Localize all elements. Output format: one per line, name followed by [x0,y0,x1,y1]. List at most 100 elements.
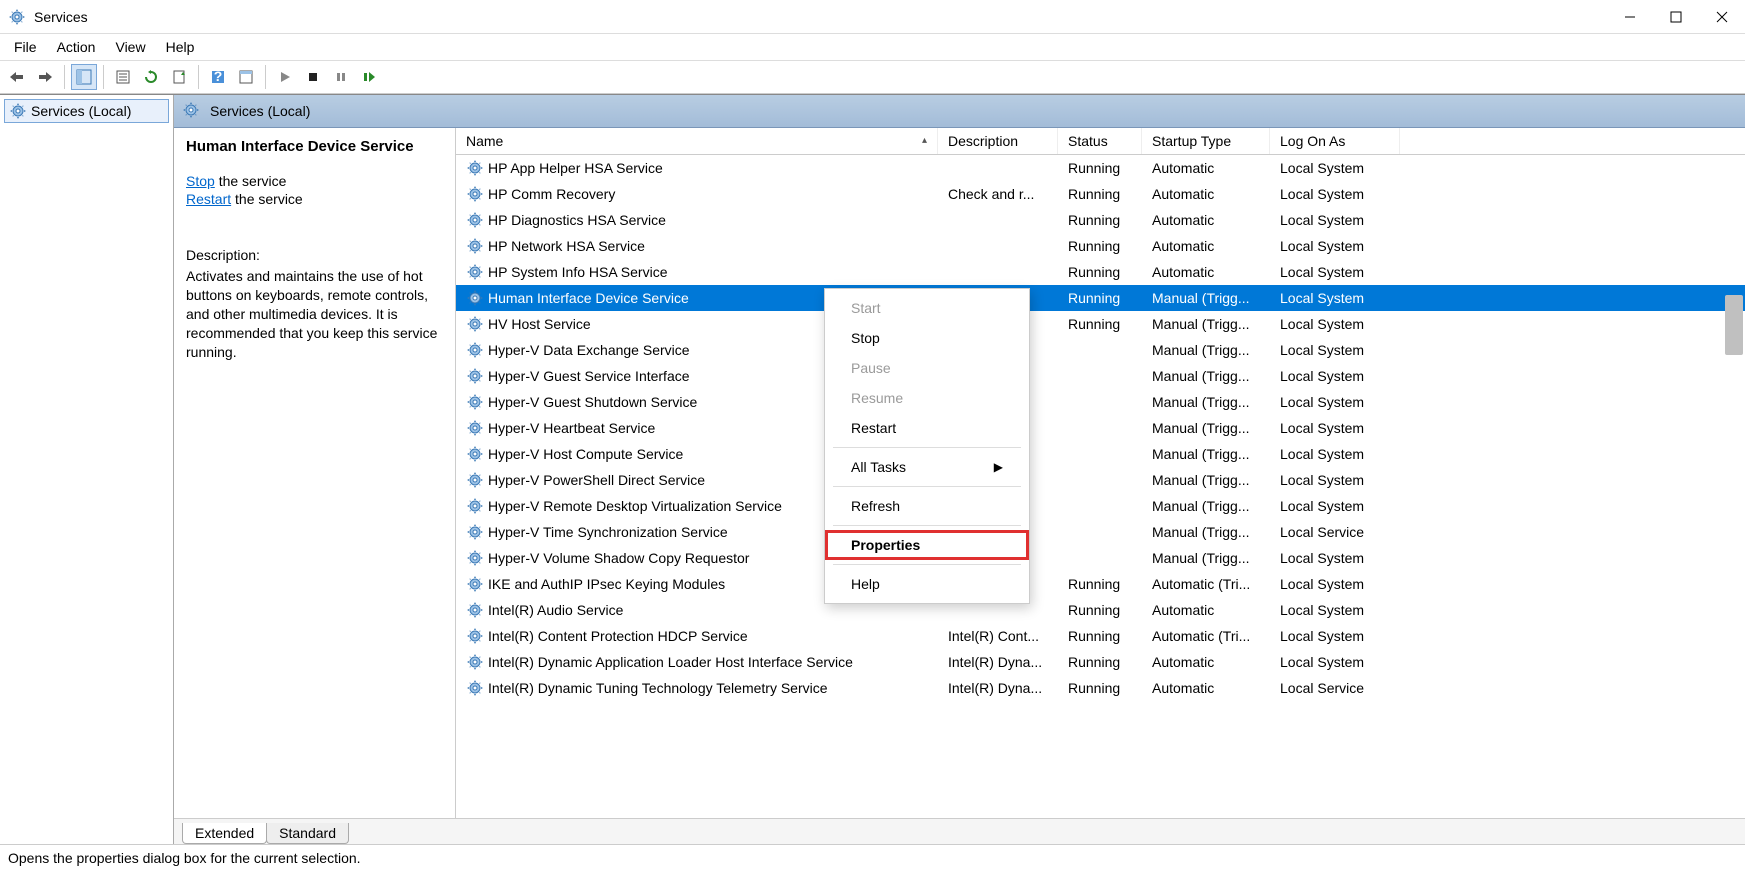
service-startup: Automatic [1142,160,1270,176]
menu-help[interactable]: Help [156,37,205,57]
service-status: Running [1058,290,1142,306]
service-row[interactable]: HV Host Servicei...RunningManual (Trigg.… [456,311,1745,337]
service-startup: Automatic [1142,654,1270,670]
status-text: Opens the properties dialog box for the … [8,850,361,866]
service-startup: Manual (Trigg... [1142,394,1270,410]
ctx-all-tasks[interactable]: All Tasks▶ [825,452,1029,482]
service-row[interactable]: Intel(R) Audio ServiceRunningAutomaticLo… [456,597,1745,623]
service-row[interactable]: Hyper-V Time Synchronization Servicee...… [456,519,1745,545]
col-status[interactable]: Status [1058,128,1142,154]
title-bar: Services [0,0,1745,34]
col-description[interactable]: Description [938,128,1058,154]
service-status: Running [1058,238,1142,254]
tree-item-services-local[interactable]: Services (Local) [4,99,169,123]
tab-extended[interactable]: Extended [182,823,267,844]
service-name: HP Network HSA Service [488,238,645,254]
close-button[interactable] [1699,0,1745,34]
service-row[interactable]: HP System Info HSA ServiceRunningAutomat… [456,259,1745,285]
service-status: Running [1058,602,1142,618]
col-log-on-as[interactable]: Log On As [1270,128,1400,154]
gear-icon [466,419,484,437]
menu-view[interactable]: View [105,37,155,57]
pause-service-button[interactable] [328,64,354,90]
ctx-properties[interactable]: Properties [825,530,1029,560]
service-row[interactable]: Intel(R) Dynamic Application Loader Host… [456,649,1745,675]
gear-icon [466,315,484,333]
service-row[interactable]: Human Interface Device Service...Running… [456,285,1745,311]
window-title: Services [34,9,1607,25]
service-startup: Manual (Trigg... [1142,420,1270,436]
ctx-stop[interactable]: Stop [825,323,1029,353]
service-row[interactable]: HP Comm RecoveryCheck and r...RunningAut… [456,181,1745,207]
ctx-start[interactable]: Start [825,293,1029,323]
gear-icon [466,497,484,515]
ctx-resume[interactable]: Resume [825,383,1029,413]
service-logon: Local System [1270,316,1400,332]
ctx-pause[interactable]: Pause [825,353,1029,383]
description-text: Activates and maintains the use of hot b… [186,267,443,361]
service-status: Running [1058,186,1142,202]
gear-icon [466,679,484,697]
list-body[interactable]: HP App Helper HSA ServiceRunningAutomati… [456,155,1745,818]
description-label: Description: [186,247,443,263]
service-row[interactable]: Hyper-V Heartbeat Service...Manual (Trig… [456,415,1745,441]
gear-icon [466,263,484,281]
ctx-help[interactable]: Help [825,569,1029,599]
service-startup: Manual (Trigg... [1142,524,1270,540]
service-row[interactable]: Hyper-V Guest Shutdown Servicen...Manual… [456,389,1745,415]
service-name: Hyper-V Host Compute Service [488,446,683,462]
ctx-restart[interactable]: Restart [825,413,1029,443]
ctx-refresh[interactable]: Refresh [825,491,1029,521]
service-name: HV Host Service [488,316,591,332]
menu-action[interactable]: Action [47,37,106,57]
properties-button[interactable] [110,64,136,90]
restart-service-button[interactable] [356,64,382,90]
service-row[interactable]: Hyper-V Host Compute Servicep...Manual (… [456,441,1745,467]
service-logon: Local System [1270,654,1400,670]
tab-standard[interactable]: Standard [266,823,349,844]
nav-forward-button[interactable] [32,64,58,90]
service-name: HP App Helper HSA Service [488,160,663,176]
service-name: Hyper-V Data Exchange Service [488,342,690,358]
service-row[interactable]: Hyper-V Guest Service Interfacei...Manua… [456,363,1745,389]
service-name: Intel(R) Dynamic Application Loader Host… [488,654,853,670]
start-service-button[interactable] [272,64,298,90]
service-logon: Local System [1270,212,1400,228]
tree-panel: Services (Local) [0,95,174,844]
service-logon: Local System [1270,498,1400,514]
service-row[interactable]: HP Diagnostics HSA ServiceRunningAutomat… [456,207,1745,233]
nav-back-button[interactable] [4,64,30,90]
minimize-button[interactable] [1607,0,1653,34]
maximize-button[interactable] [1653,0,1699,34]
col-startup-type[interactable]: Startup Type [1142,128,1270,154]
menu-file[interactable]: File [4,37,47,57]
gear-icon [466,289,484,307]
stop-link[interactable]: Stop [186,173,215,189]
scrollbar-thumb[interactable] [1725,295,1743,355]
service-row[interactable]: Hyper-V PowerShell Direct Servicen...Man… [456,467,1745,493]
restart-link[interactable]: Restart [186,191,231,207]
help-button[interactable]: ? [205,64,231,90]
show-hide-tree-button[interactable] [71,64,97,90]
service-name: Hyper-V Heartbeat Service [488,420,655,436]
service-name: HP Diagnostics HSA Service [488,212,666,228]
service-row[interactable]: Intel(R) Content Protection HDCP Service… [456,623,1745,649]
service-row[interactable]: IKE and AuthIP IPsec Keying Moduless...R… [456,571,1745,597]
gear-icon [466,211,484,229]
toolbar-button[interactable] [233,64,259,90]
service-row[interactable]: Hyper-V Volume Shadow Copy Requestors ..… [456,545,1745,571]
gear-icon [466,341,484,359]
service-row[interactable]: HP Network HSA ServiceRunningAutomaticLo… [456,233,1745,259]
gear-icon [466,367,484,385]
svg-text:?: ? [214,69,223,84]
export-button[interactable] [166,64,192,90]
stop-service-button[interactable] [300,64,326,90]
service-status: Running [1058,316,1142,332]
service-row[interactable]: HP App Helper HSA ServiceRunningAutomati… [456,155,1745,181]
service-row[interactable]: Intel(R) Dynamic Tuning Technology Telem… [456,675,1745,701]
refresh-button[interactable] [138,64,164,90]
service-row[interactable]: Hyper-V Data Exchange Servicen...Manual … [456,337,1745,363]
ctx-separator [833,525,1021,526]
col-name[interactable]: Name▴ [456,128,938,154]
service-row[interactable]: Hyper-V Remote Desktop Virtualization Se… [456,493,1745,519]
